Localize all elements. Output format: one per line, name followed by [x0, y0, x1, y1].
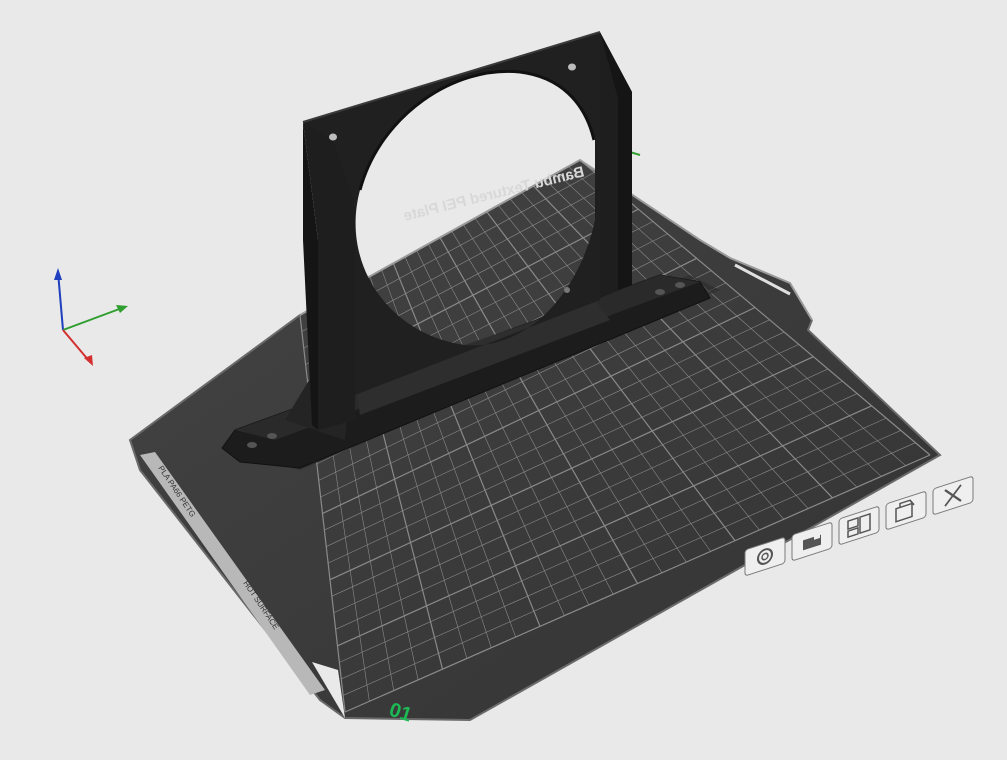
frame-hole-icon	[564, 287, 570, 293]
y-axis-line	[62, 307, 123, 331]
frame-hole-icon	[329, 133, 337, 141]
mount-hole-icon	[267, 433, 277, 439]
frame-hole-icon	[568, 63, 576, 71]
x-axis-line	[62, 329, 91, 363]
auto-orient-button[interactable]	[885, 491, 927, 530]
mount-hole-icon	[247, 442, 257, 448]
scene-canvas[interactable]: PLA PA66 PETG HOT SURFACE Bambu Textured…	[0, 0, 1007, 755]
arrange-button[interactable]	[838, 506, 880, 545]
z-axis-line	[57, 271, 64, 331]
z-axis-arrow-icon	[54, 268, 62, 280]
axis-gizmo	[54, 268, 128, 366]
close-plate-button[interactable]	[932, 476, 974, 515]
3d-viewport[interactable]: PLA PA66 PETG HOT SURFACE Bambu Textured…	[0, 0, 1007, 755]
mount-hole-icon	[655, 289, 665, 295]
mount-hole-icon	[675, 282, 685, 288]
